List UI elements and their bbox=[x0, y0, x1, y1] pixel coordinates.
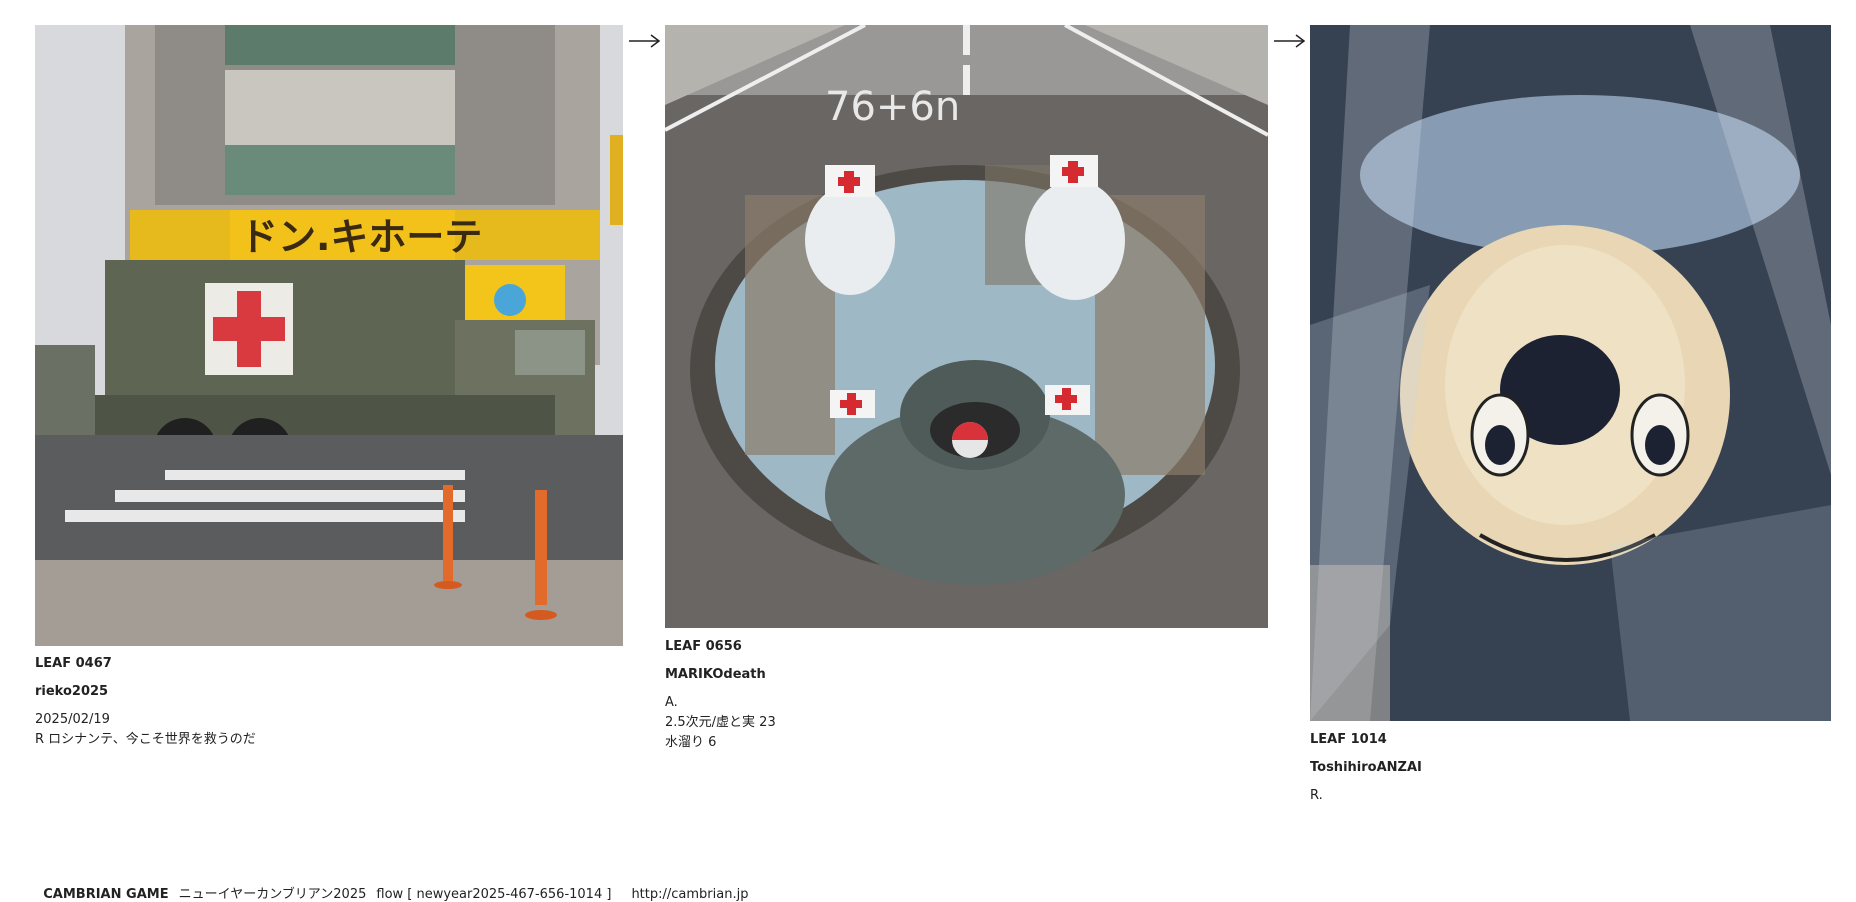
leaf-note: R ロシナンテ、今こそ世界を救うのだ bbox=[35, 732, 256, 747]
leaf-id-label[interactable]: LEAF 0467 bbox=[35, 654, 623, 674]
leaf-date: 2025/02/19 bbox=[35, 712, 110, 727]
leaf-author[interactable]: rieko2025 bbox=[35, 682, 623, 702]
leaf-0467-caption: LEAF 0467 rieko2025 2025/02/19 R ロシナンテ、今… bbox=[35, 654, 623, 750]
leaf-author[interactable]: ToshihiroANZAI bbox=[1310, 758, 1831, 778]
leaf-0656-caption: LEAF 0656 MARIKOdeath A. 2.5次元/虚と実 23 水溜… bbox=[665, 637, 1268, 753]
leaf-type: R. bbox=[1310, 788, 1323, 803]
leaf-1014-photo[interactable] bbox=[1310, 25, 1831, 721]
page-footer: CAMBRIAN GAME ニューイヤーカンブリアン2025 flow [ newy… bbox=[35, 868, 748, 902]
leaf-type: A. bbox=[665, 695, 678, 710]
arrow-right-icon bbox=[1274, 34, 1306, 48]
leaf-0656-photo[interactable]: 76+6n bbox=[665, 25, 1268, 628]
road-marking-text: 76+6n bbox=[825, 84, 960, 130]
leaf-subtitle: 水溜り 6 bbox=[665, 735, 717, 750]
leaf-id-label[interactable]: LEAF 1014 bbox=[1310, 730, 1831, 750]
leaf-id-label[interactable]: LEAF 0656 bbox=[665, 637, 1268, 657]
truck-photo-image: ドン.キホーテ bbox=[35, 25, 623, 646]
leaf-author[interactable]: MARIKOdeath bbox=[665, 665, 1268, 685]
arrow-right-icon bbox=[629, 34, 661, 48]
leaf-0467-photo[interactable]: ドン.キホーテ bbox=[35, 25, 623, 646]
leaf-title: 2.5次元/虚と実 23 bbox=[665, 715, 776, 730]
puddle-photo-image: 76+6n bbox=[665, 25, 1268, 628]
leaf-1014-caption: LEAF 1014 ToshihiroANZAI R. bbox=[1310, 730, 1831, 806]
store-sign-text: ドン.キホーテ bbox=[240, 215, 482, 259]
plush-photo-image bbox=[1310, 25, 1831, 721]
